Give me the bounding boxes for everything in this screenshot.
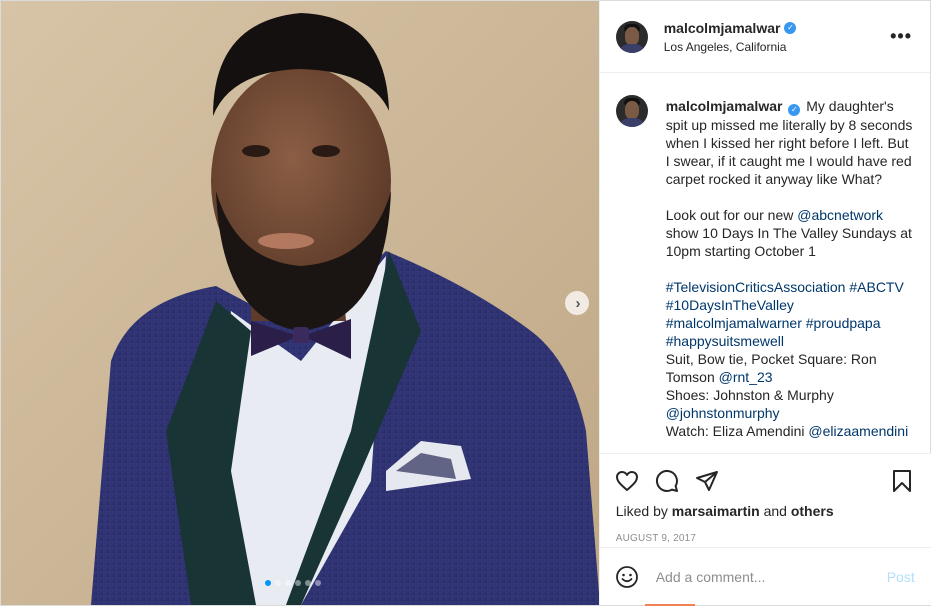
avatar[interactable] [615,20,648,53]
carousel-dot [275,580,281,586]
caption-scroll-area[interactable]: malcolmjamalwar ✓ My daughter's spit up … [600,81,931,453]
likes-others-link[interactable]: others [791,503,834,519]
carousel-dot [315,580,321,586]
post-location[interactable]: Los Angeles, California [664,40,888,54]
emoji-icon[interactable] [614,564,640,590]
verified-badge-icon: ✓ [788,104,801,116]
post-photo[interactable]: › [1,1,599,605]
hashtags: #TelevisionCriticsAssociation #ABCTV #10… [666,278,914,350]
caption-username[interactable]: malcolmjamalwar [666,98,783,114]
share-icon[interactable] [694,468,720,494]
hashtag-link[interactable]: #malcolmjamalwarner [666,315,802,331]
portrait-photo [1,1,599,605]
caption-text-segment: Look out for our new [665,207,798,223]
hashtag-link[interactable]: #happysuitsmewell [666,333,784,349]
mention-link[interactable]: @rnt_23 [719,369,773,385]
post-date[interactable]: AUGUST 9, 2017 [600,519,931,544]
action-icons [600,454,931,498]
caption: malcolmjamalwar ✓ My daughter's spit up … [615,95,915,440]
credit-line: Shoes: Johnston & Murphy [666,386,914,404]
caption-avatar[interactable] [615,95,648,127]
comment-input[interactable] [655,568,887,585]
comment-icon[interactable] [654,468,680,494]
post-side-panel: malcolmjamalwar ✓ Los Angeles, Californi… [598,1,931,605]
carousel-next-button[interactable]: › [565,291,589,315]
carousel-indicator [265,580,321,586]
comment-bar: Post [599,547,931,605]
credit-line: Suit, Bow tie, Pocket Square: Ron Tomson… [666,350,914,386]
credit-text: Shoes: Johnston & Murphy [665,387,834,403]
likes-summary: Liked by marsaimartin and others [600,498,931,519]
mention-link[interactable]: @johnstonmurphy [666,405,780,421]
post-comment-button[interactable]: Post [887,569,915,585]
caption-text: malcolmjamalwar ✓ My daughter's spit up … [666,97,914,440]
chevron-right-icon: › [575,294,581,312]
post-header: malcolmjamalwar ✓ Los Angeles, Californi… [599,1,930,73]
author-username[interactable]: malcolmjamalwar ✓ [664,20,888,36]
bookmark-icon[interactable] [889,468,915,494]
caption-paragraph-2: Look out for our new @abcnetwork show 10… [666,206,914,260]
credit-text: Watch: Eliza Amendini [665,423,809,439]
instagram-post: › malcolmjamalwar ✓ Los Angeles, Califor… [0,0,931,606]
mention-link[interactable]: @elizaamendini [808,423,908,439]
verified-badge-icon: ✓ [784,21,797,34]
more-options-icon[interactable]: ••• [888,26,914,47]
mention-link[interactable]: @abcnetwork [797,207,883,223]
carousel-dot [295,580,301,586]
credit-line: @johnstonmurphy [666,404,914,422]
hashtag-link[interactable]: #proudpapa [806,315,881,331]
hashtag-link[interactable]: #TelevisionCriticsAssociation [666,279,846,295]
carousel-dot [265,580,271,586]
hashtag-link[interactable]: #ABCTV [849,279,903,295]
likes-prefix: Liked by [615,503,672,519]
carousel-dot [305,580,311,586]
carousel-dot [285,580,291,586]
credit-line: Watch: Eliza Amendini @elizaamendini [666,422,914,440]
liked-by-user-link[interactable]: marsaimartin [672,503,760,519]
caption-text-segment: show 10 Days In The Valley Sundays at 10… [665,225,912,259]
author-username-link[interactable]: malcolmjamalwar [664,20,781,36]
likes-joiner: and [759,503,791,519]
hashtag-link[interactable]: #10DaysInTheValley [666,297,794,313]
heart-icon[interactable] [614,468,640,494]
